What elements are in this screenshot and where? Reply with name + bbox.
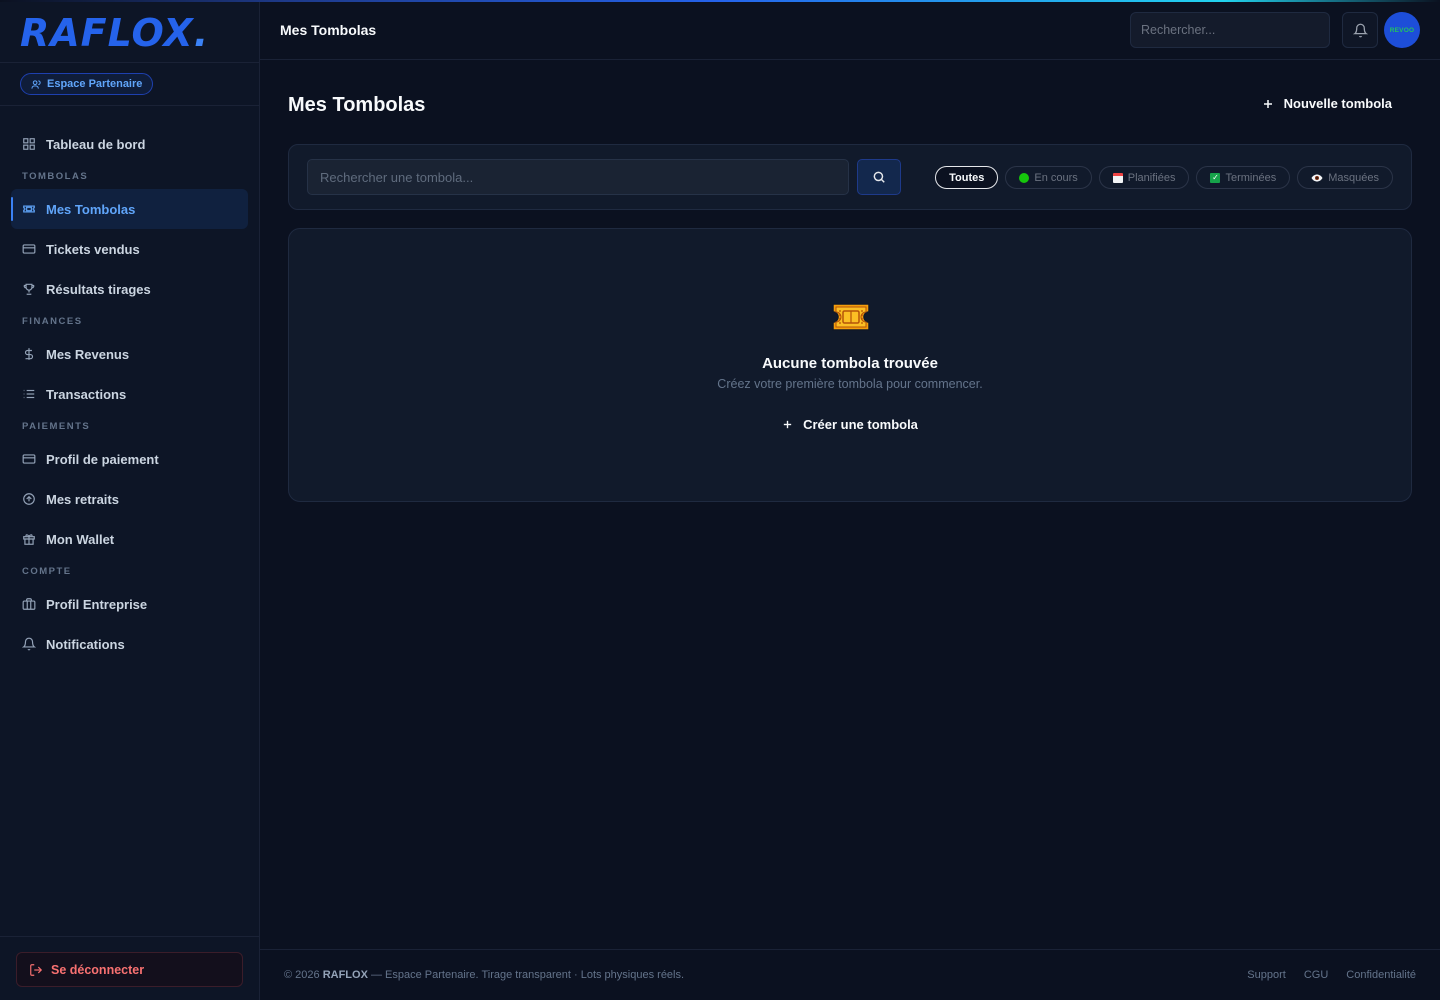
card-icon [22,244,36,254]
green-dot-icon [1019,172,1030,183]
sidebar-item-resultats-tirages[interactable]: Résultats tirages [11,269,248,309]
filter-chip-planifiees[interactable]: Planifiées [1098,166,1190,189]
card-icon [22,454,36,464]
sidebar-nav: Tableau de bord TOMBOLAS Mes Tombolas Ti… [0,106,259,664]
sidebar-item-label: Transactions [46,386,127,402]
top-accent-line [0,0,1440,2]
eye-icon [1311,174,1323,181]
partner-badge-label: Espace Partenaire [47,78,143,90]
ticket-icon [23,205,35,213]
sidebar-item-label: Profil Entreprise [46,596,148,612]
sidebar-item-tableau-de-bord[interactable]: Tableau de bord [11,124,248,164]
tombola-search-input[interactable] [307,159,849,195]
logout-button[interactable]: Se déconnecter [16,952,243,987]
notifications-button[interactable] [1342,12,1378,48]
top-header: Mes Tombolas REVOO [260,0,1440,60]
empty-title: Aucune tombola trouvée [762,355,938,372]
grid-icon [23,138,35,150]
sidebar-item-notifications[interactable]: Notifications [11,624,248,664]
footer: © 2026 RAFLOX — Espace Partenaire. Tirag… [260,949,1440,1000]
sidebar-item-tickets-vendus[interactable]: Tickets vendus [11,229,248,269]
new-tombola-button[interactable]: Nouvelle tombola [1262,96,1392,111]
calendar-icon [1112,172,1123,183]
sidebar: RAFLOX. Espace Partenaire Tableau de bor… [0,0,260,1000]
create-tombola-label: Créer une tombola [803,417,918,432]
trophy-icon [23,283,35,295]
create-tombola-button[interactable]: Créer une tombola [289,417,1411,432]
section-tombolas: TOMBOLAS [22,171,89,182]
status-filter-chips: Toutes En cours Planifiées ✓ Terminées Ma… [935,166,1393,189]
bell-icon [22,637,36,651]
filter-chip-toutes[interactable]: Toutes [935,166,999,189]
users-icon [31,79,41,89]
gift-icon [23,534,35,545]
header-title: Mes Tombolas [280,22,377,38]
footer-link-support[interactable]: Support [1247,969,1286,981]
page-title: Mes Tombolas [288,94,426,116]
sidebar-item-label: Mes Tombolas [46,201,136,217]
chip-label: Toutes [949,171,985,184]
sidebar-item-label: Notifications [46,636,125,652]
avatar-text: REVOO [1389,26,1415,34]
avatar[interactable]: REVOO [1384,12,1420,48]
search-button[interactable] [857,159,901,195]
sidebar-item-mon-wallet[interactable]: Mon Wallet [11,519,248,559]
footer-brand: RAFLOX [322,969,368,981]
logo-text: RAFLOX [20,11,194,55]
partner-area: Espace Partenaire [0,63,259,106]
logo-area: RAFLOX. [0,0,259,63]
sidebar-item-label: Résultats tirages [46,281,151,297]
filter-bar: Toutes En cours Planifiées ✓ Terminées Ma… [288,144,1412,210]
sidebar-item-transactions[interactable]: Transactions [11,374,248,414]
logout-label: Se déconnecter [51,962,145,977]
footer-copyright: © 2026 RAFLOX — Espace Partenaire. Tirag… [284,969,684,981]
footer-tagline: — Espace Partenaire. Tirage transparent … [371,969,685,981]
bell-icon [1352,23,1368,37]
sidebar-item-label: Mes retraits [46,491,119,507]
sidebar-item-profil-de-paiement[interactable]: Profil de paiement [11,439,248,479]
new-tombola-label: Nouvelle tombola [1283,96,1392,111]
sidebar-item-mes-revenus[interactable]: Mes Revenus [11,334,248,374]
partner-badge: Espace Partenaire [20,73,154,95]
sidebar-item-label: Tickets vendus [46,241,140,257]
logout-icon [30,963,43,976]
footer-link-confidentialite[interactable]: Confidentialité [1346,969,1416,981]
arrow-up-circle-icon [23,493,35,505]
section-finances: FINANCES [22,316,83,327]
chip-label: Planifiées [1127,171,1176,184]
section-paiements: PAIEMENTS [22,421,91,432]
sidebar-item-label: Profil de paiement [46,451,159,467]
chip-label: Masquées [1328,171,1379,184]
dollar-icon [24,348,34,360]
empty-state: Aucune tombola trouvée Créez votre premi… [288,228,1412,502]
list-icon [23,389,35,399]
plus-icon [783,420,792,429]
chip-label: En cours [1034,171,1078,184]
empty-subtitle: Créez votre première tombola pour commen… [717,377,983,391]
section-compte: COMPTE [22,566,72,577]
sidebar-item-label: Mon Wallet [46,531,115,547]
sidebar-item-mes-tombolas[interactable]: Mes Tombolas [11,189,248,229]
global-search-input[interactable] [1130,12,1330,48]
logout-area: Se déconnecter [0,936,259,1000]
copyright-year: © 2026 [284,969,320,981]
sidebar-item-profil-entreprise[interactable]: Profil Entreprise [11,584,248,624]
chip-label: Terminées [1225,171,1277,184]
sidebar-item-mes-retraits[interactable]: Mes retraits [11,479,248,519]
filter-chip-terminees[interactable]: ✓ Terminées [1196,166,1291,189]
filter-chip-en-cours[interactable]: En cours [1005,166,1092,189]
filter-chip-masquees[interactable]: Masquées [1297,166,1393,189]
briefcase-icon [22,598,36,610]
sidebar-item-label: Tableau de bord [46,136,146,152]
sidebar-item-label: Mes Revenus [46,346,130,362]
footer-link-cgu[interactable]: CGU [1304,969,1328,981]
logo-dot: . [193,11,210,55]
ticket-icon [832,303,870,331]
logo[interactable]: RAFLOX. [20,12,239,54]
search-icon [873,171,885,183]
plus-icon [1263,99,1272,108]
check-box-icon: ✓ [1210,172,1221,183]
footer-links: Support CGU Confidentialité [1247,969,1416,981]
